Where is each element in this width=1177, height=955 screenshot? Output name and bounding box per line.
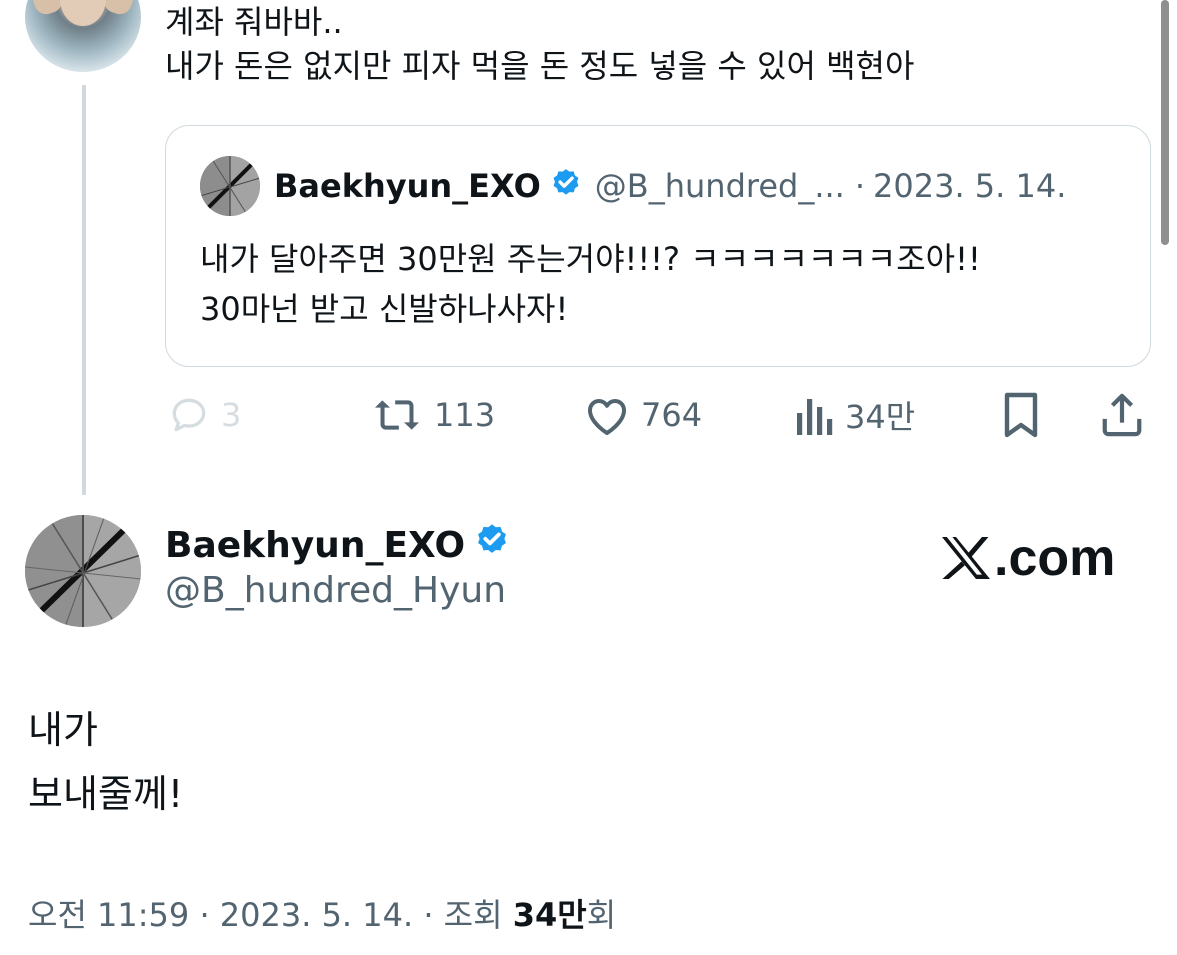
tweet-views-suffix: 회 xyxy=(586,896,617,934)
tweet-author-name[interactable]: Baekhyun_EXO xyxy=(165,520,511,570)
quoted-tweet-header: Baekhyun_EXO @B_hundred_... · 2023. 5. 1… xyxy=(200,156,1066,216)
quoted-tweet-text: 내가 달아주면 30만원 주는거야!!!? ㅋㅋㅋㅋㅋㅋㅋ조아!! 30마넌 받… xyxy=(200,234,981,334)
bookmark-icon xyxy=(1004,392,1038,438)
tweet-meta-line: 오전 11:59 · 2023. 5. 14. · 조회 34만회 xyxy=(28,890,616,936)
avatar-hand-left xyxy=(25,0,66,18)
scrollbar[interactable] xyxy=(1161,0,1169,245)
tweet-line-2: 보내줄께! xyxy=(28,772,184,816)
reply-line-1: 계좌 줘바바.. xyxy=(165,3,343,41)
retweet-button[interactable]: 113 xyxy=(370,385,495,445)
exo-logo-icon xyxy=(200,156,260,216)
quoted-line-2: 30마넌 받고 신발하나사자! xyxy=(200,290,569,328)
retweet-count: 113 xyxy=(434,396,496,434)
quoted-tweet-date[interactable]: 2023. 5. 14. xyxy=(873,167,1066,205)
share-button[interactable] xyxy=(1099,385,1145,445)
reply-line-2: 내가 돈은 없지만 피자 먹을 돈 정도 넣을 수 있어 백현아 xyxy=(165,47,915,85)
avatar-hand-right xyxy=(100,0,141,18)
quoted-author-avatar[interactable] xyxy=(200,156,260,216)
tweet-author-handle[interactable]: @B_hundred_Hyun xyxy=(165,570,506,611)
avatar-face xyxy=(60,0,106,26)
retweet-icon xyxy=(375,400,419,430)
x-logo-icon xyxy=(942,537,990,579)
like-count: 764 xyxy=(641,396,703,434)
quoted-author-handle[interactable]: @B_hundred_... xyxy=(595,167,845,205)
xcom-watermark: .com xyxy=(940,528,1115,588)
reply-count: 3 xyxy=(221,396,242,434)
views-count: 34만 xyxy=(845,398,916,436)
analytics-icon xyxy=(797,399,833,435)
tweet-body-text: 내가 보내줄께! xyxy=(28,698,183,826)
share-icon xyxy=(1102,393,1142,437)
tweet-views-bold: 34만 xyxy=(512,896,587,934)
reply-icon xyxy=(172,398,206,432)
quoted-author-name[interactable]: Baekhyun_EXO xyxy=(274,167,541,205)
exo-logo-icon xyxy=(25,515,141,627)
views-button[interactable]: 34만 xyxy=(795,385,915,445)
tweet-timestamp[interactable]: 오전 11:59 · 2023. 5. 14. · 조회 xyxy=(28,896,513,934)
tweet-line-1: 내가 xyxy=(28,708,98,752)
reply-tweet-text: 계좌 줘바바.. 내가 돈은 없지만 피자 먹을 돈 정도 넣을 수 있어 백현… xyxy=(165,0,914,88)
tweet-author-avatar[interactable] xyxy=(25,515,141,627)
verified-badge-icon xyxy=(473,522,511,569)
thread-connector-line xyxy=(82,85,86,495)
reply-author-avatar[interactable] xyxy=(25,0,141,72)
tweet-author-name-text: Baekhyun_EXO xyxy=(165,524,466,566)
reply-button[interactable]: 3 xyxy=(167,385,241,445)
quoted-tweet-card[interactable]: Baekhyun_EXO @B_hundred_... · 2023. 5. 1… xyxy=(165,125,1151,367)
tweet-action-bar: 3 113 764 34만 xyxy=(165,385,1150,445)
quoted-separator: · xyxy=(854,167,866,205)
bookmark-button[interactable] xyxy=(1001,385,1041,445)
heart-icon xyxy=(588,399,626,435)
like-button[interactable]: 764 xyxy=(583,385,702,445)
verified-badge-icon xyxy=(549,167,583,205)
quoted-line-1: 내가 달아주면 30만원 주는거야!!!? ㅋㅋㅋㅋㅋㅋㅋ조아!! xyxy=(200,240,981,278)
xcom-watermark-text: .com xyxy=(994,529,1116,587)
